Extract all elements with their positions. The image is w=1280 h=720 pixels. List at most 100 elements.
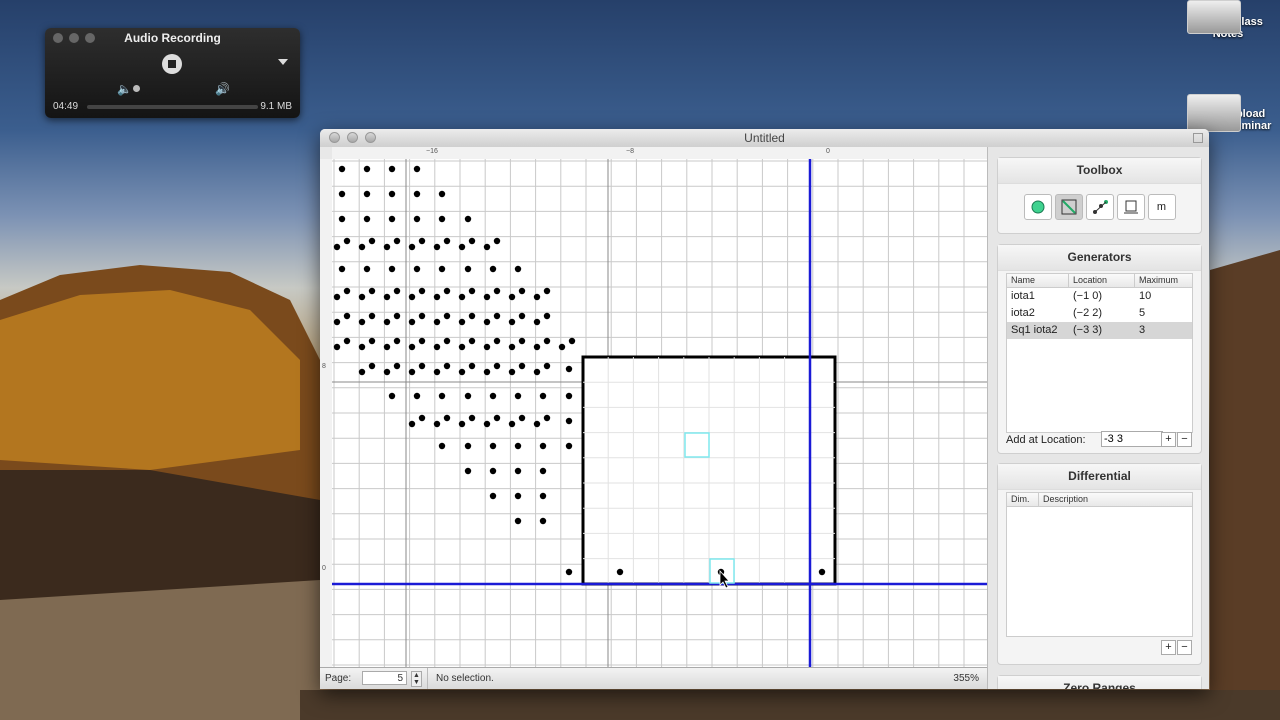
add-button[interactable]: +	[1161, 640, 1176, 655]
generator-dot	[393, 337, 401, 345]
generator-dot	[343, 287, 351, 295]
generator-dot	[508, 368, 516, 376]
toolbox-title: Toolbox	[998, 158, 1201, 184]
desktop-icon-upload-seminar[interactable]: Upload Seminar	[1178, 94, 1278, 132]
generator-dot	[418, 414, 426, 422]
generator-dot	[358, 243, 366, 251]
column-header[interactable]: Dim.	[1007, 493, 1039, 506]
status-bar: Page: 5 ▲ ▼ No selection. 355%	[320, 667, 987, 689]
spectral-sequence-canvas[interactable]	[332, 159, 987, 667]
generator-dot	[368, 362, 376, 370]
remove-button[interactable]: −	[1177, 640, 1192, 655]
generator-dot	[493, 287, 501, 295]
generator-dot	[616, 568, 624, 576]
generator-dot	[433, 293, 441, 301]
generator-dot	[493, 414, 501, 422]
zero-ranges-title[interactable]: Zero Ranges	[998, 676, 1201, 689]
cell-location: (−1 0)	[1073, 290, 1103, 302]
graph-tool-icon[interactable]	[1085, 194, 1114, 220]
add-location-input[interactable]	[1101, 431, 1163, 447]
generator-dot	[438, 442, 446, 450]
column-header[interactable]: Maximum	[1135, 274, 1191, 287]
generator-dot	[393, 237, 401, 245]
tool-row: m	[998, 194, 1201, 220]
m-tool[interactable]: m	[1147, 194, 1176, 220]
generator-dot	[438, 265, 446, 273]
generator-dot	[388, 165, 396, 173]
generator-dot	[514, 517, 522, 525]
grid-diagram[interactable]	[332, 159, 987, 667]
zoom-level[interactable]: 355%	[953, 673, 979, 684]
generators-table[interactable]: Name Location Maximum iota1 (−1 0) 10 io…	[1006, 273, 1193, 433]
generator-dot	[433, 243, 441, 251]
generator-dot	[518, 362, 526, 370]
generator-dot	[458, 343, 466, 351]
generator-dot	[565, 392, 573, 400]
generator-dot	[508, 420, 516, 428]
generator-dot	[493, 312, 501, 320]
table-row[interactable]: iota2 (−2 2) 5	[1007, 305, 1192, 322]
generator-dot	[464, 215, 472, 223]
fullscreen-icon[interactable]	[1193, 133, 1203, 143]
generator-dot	[468, 414, 476, 422]
generator-dot	[443, 362, 451, 370]
generator-dot	[543, 287, 551, 295]
generator-dot	[383, 368, 391, 376]
desktop-icon-upload-class-notes[interactable]: Upload Class Notes	[1178, 0, 1278, 40]
generator-dot	[468, 237, 476, 245]
table-row[interactable]: iota1 (−1 0) 10	[1007, 288, 1192, 305]
generator-dot	[388, 392, 396, 400]
generator-dot	[565, 442, 573, 450]
page-input[interactable]: 5	[362, 671, 407, 685]
table-header: Dim. Description	[1007, 493, 1192, 507]
generator-dot	[443, 287, 451, 295]
ruler-label: −16	[426, 148, 438, 155]
generator-dot	[533, 318, 541, 326]
add-button[interactable]: +	[1161, 432, 1176, 447]
differential-table[interactable]: Dim. Description	[1006, 492, 1193, 637]
generator-dot	[418, 287, 426, 295]
table-row[interactable]: Sq1 iota2 (−3 3) 3	[1007, 322, 1192, 339]
stop-recording-button[interactable]	[162, 54, 182, 74]
divider	[427, 668, 428, 689]
remove-button[interactable]: −	[1177, 432, 1192, 447]
generator-dot	[483, 368, 491, 376]
generator-dot	[443, 237, 451, 245]
generator-dot	[514, 442, 522, 450]
generator-dot	[413, 392, 421, 400]
cell-name: iota2	[1011, 307, 1035, 319]
inspector-panel: Toolbox m Generators Name Location Maxim…	[987, 147, 1209, 689]
generator-dot	[464, 467, 472, 475]
generator-dot	[443, 312, 451, 320]
ruler-label: 0	[322, 565, 326, 572]
window-titlebar[interactable]: Untitled	[320, 129, 1209, 147]
generator-dot	[514, 265, 522, 273]
box-tool-icon[interactable]	[1116, 194, 1145, 220]
column-header[interactable]: Location	[1069, 274, 1135, 287]
generator-dot	[408, 293, 416, 301]
generator-dot	[418, 337, 426, 345]
generator-dot	[458, 420, 466, 428]
generator-dot	[565, 417, 573, 425]
dot-tool-icon[interactable]	[1023, 194, 1052, 220]
generator-dot	[393, 312, 401, 320]
chevron-down-icon[interactable]	[278, 59, 288, 65]
recording-progress-bar	[87, 105, 258, 109]
add-remove-controls: + −	[1161, 640, 1192, 655]
generator-dot	[358, 343, 366, 351]
generator-dot	[539, 492, 547, 500]
page-stepper[interactable]: ▲ ▼	[411, 671, 422, 687]
generator-dot	[514, 492, 522, 500]
generator-dot	[343, 337, 351, 345]
zero-ranges-section: Zero Ranges	[997, 675, 1202, 689]
column-header[interactable]: Name	[1007, 274, 1069, 287]
generator-dot	[438, 215, 446, 223]
volume-slider-knob[interactable]	[133, 85, 140, 92]
column-header[interactable]: Description	[1039, 493, 1189, 506]
arrow-tool-icon[interactable]	[1054, 194, 1083, 220]
generator-dot	[565, 568, 573, 576]
generator-dot	[338, 165, 346, 173]
generator-dot	[413, 215, 421, 223]
generator-dot	[489, 392, 497, 400]
generator-dot	[363, 190, 371, 198]
